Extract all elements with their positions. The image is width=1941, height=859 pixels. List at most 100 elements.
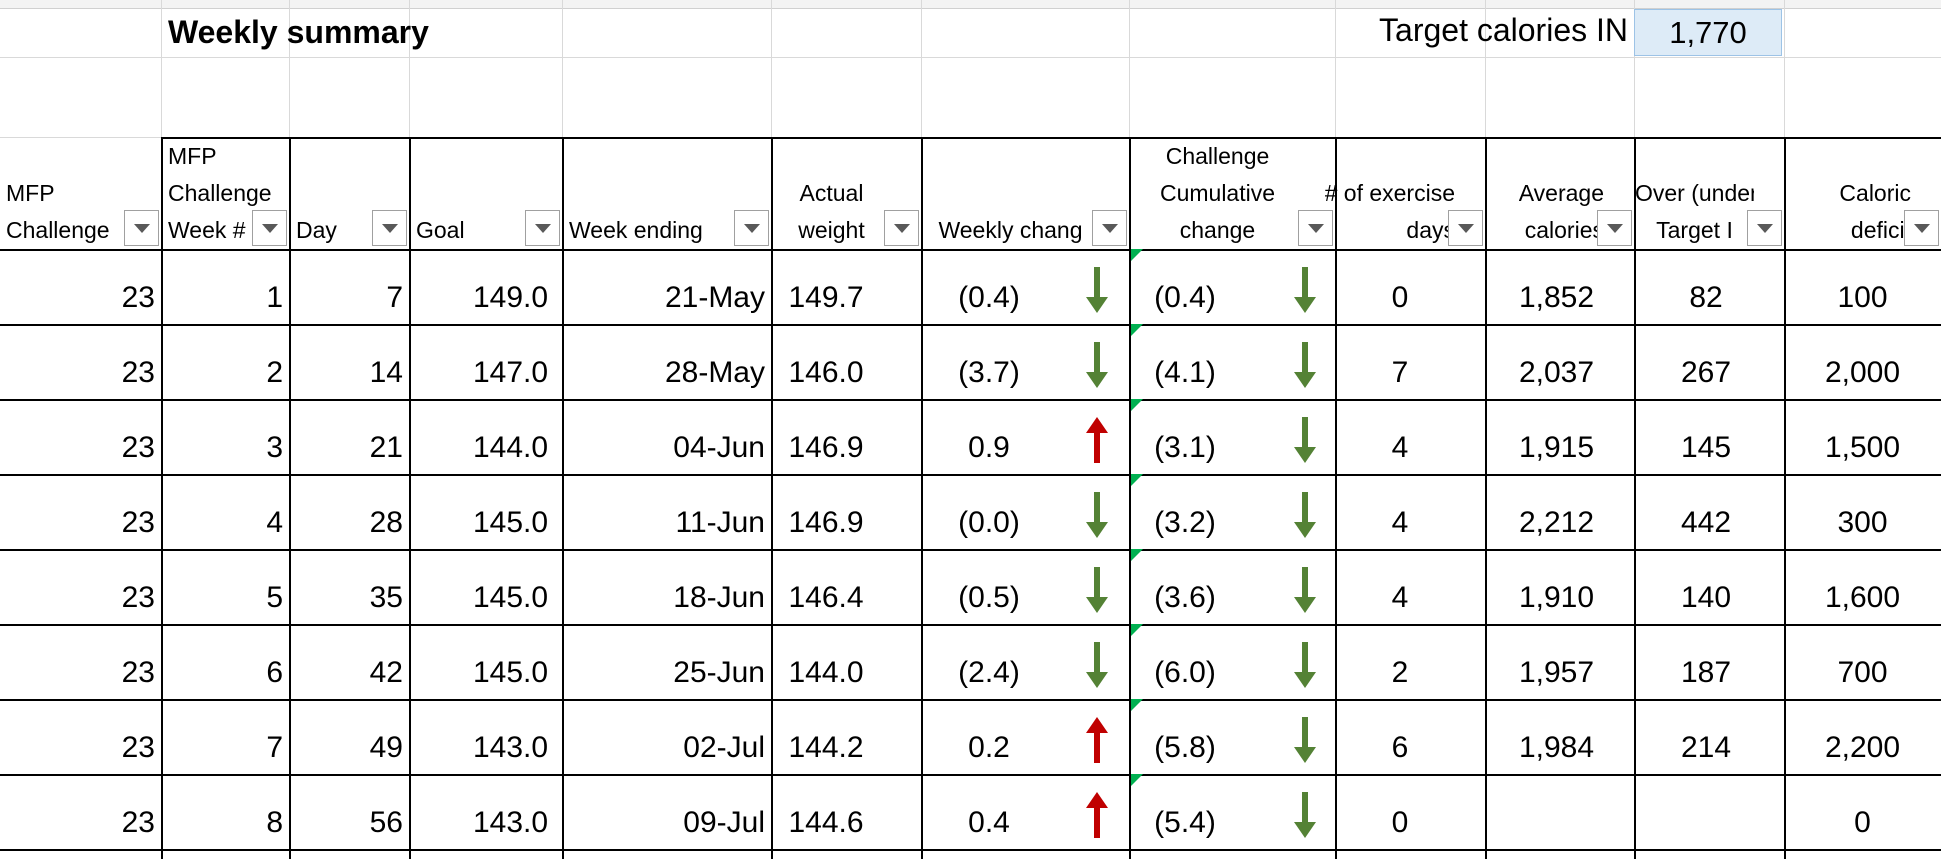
actual-weight-cell[interactable]: 149.7 bbox=[771, 249, 881, 324]
caloric-deficit-cell[interactable]: 2,000 bbox=[1784, 324, 1941, 399]
header-over-under-target[interactable]: Over (under) Target I bbox=[1634, 137, 1784, 249]
challenge-cell[interactable]: 23 bbox=[0, 549, 161, 624]
cumulative-change-cell[interactable]: (6.0) bbox=[1129, 624, 1241, 699]
challenge-cell[interactable]: 23 bbox=[0, 624, 161, 699]
comment-indicator-icon[interactable] bbox=[1131, 774, 1143, 786]
header-goal[interactable]: Goal bbox=[409, 137, 562, 249]
challenge-cell[interactable]: 23 bbox=[0, 249, 161, 324]
target-calories-input[interactable]: 1,770 bbox=[1634, 9, 1782, 56]
comment-indicator-icon[interactable] bbox=[1131, 249, 1143, 261]
exercise-days-cell[interactable]: 4 bbox=[1335, 399, 1465, 474]
exercise-days-cell[interactable]: 0 bbox=[1335, 249, 1465, 324]
header-week-ending[interactable]: Week ending bbox=[562, 137, 771, 249]
over-under-cell[interactable]: 442 bbox=[1634, 474, 1778, 549]
week-cell[interactable]: 7 bbox=[161, 699, 289, 774]
filter-dropdown-button[interactable] bbox=[1904, 210, 1939, 246]
challenge-cell[interactable]: 23 bbox=[0, 474, 161, 549]
over-under-cell[interactable]: 140 bbox=[1634, 549, 1778, 624]
day-cell[interactable]: 35 bbox=[289, 549, 409, 624]
filter-dropdown-button[interactable] bbox=[252, 210, 287, 246]
comment-indicator-icon[interactable] bbox=[1131, 699, 1143, 711]
week-cell[interactable]: 8 bbox=[161, 774, 289, 849]
over-under-cell[interactable]: 145 bbox=[1634, 399, 1778, 474]
actual-weight-cell[interactable]: 146.9 bbox=[771, 474, 881, 549]
average-calories-cell[interactable]: 2,037 bbox=[1485, 324, 1628, 399]
challenge-cell[interactable]: 23 bbox=[0, 699, 161, 774]
exercise-days-cell[interactable]: 0 bbox=[1335, 774, 1465, 849]
exercise-days-cell[interactable]: 4 bbox=[1335, 474, 1465, 549]
day-cell[interactable]: 28 bbox=[289, 474, 409, 549]
goal-cell[interactable]: 145.0 bbox=[459, 474, 562, 549]
goal-cell[interactable]: 144.0 bbox=[459, 399, 562, 474]
week-ending-cell[interactable]: 18-Jun bbox=[562, 549, 771, 624]
week-ending-cell[interactable]: 04-Jun bbox=[562, 399, 771, 474]
average-calories-cell[interactable]: 1,910 bbox=[1485, 549, 1628, 624]
header-caloric-deficit[interactable]: Caloric deficit bbox=[1784, 137, 1941, 249]
challenge-cell[interactable]: 23 bbox=[0, 324, 161, 399]
weekly-change-cell[interactable]: (0.4) bbox=[921, 249, 1057, 324]
cumulative-change-cell[interactable]: (4.1) bbox=[1129, 324, 1241, 399]
caloric-deficit-cell[interactable]: 2,200 bbox=[1784, 699, 1941, 774]
over-under-cell[interactable]: 82 bbox=[1634, 249, 1778, 324]
week-ending-cell[interactable]: 11-Jun bbox=[562, 474, 771, 549]
weekly-change-cell[interactable]: (0.0) bbox=[921, 474, 1057, 549]
cumulative-change-cell[interactable]: (3.2) bbox=[1129, 474, 1241, 549]
caloric-deficit-cell[interactable]: 1,500 bbox=[1784, 399, 1941, 474]
goal-cell[interactable]: 143.0 bbox=[459, 774, 562, 849]
goal-cell[interactable]: 145.0 bbox=[459, 624, 562, 699]
comment-indicator-icon[interactable] bbox=[1131, 624, 1143, 636]
header-challenge-week[interactable]: MFP Challenge Week # bbox=[161, 137, 289, 249]
actual-weight-cell[interactable]: 146.4 bbox=[771, 549, 881, 624]
header-weekly-change[interactable]: Weekly chang bbox=[921, 137, 1129, 249]
average-calories-cell[interactable] bbox=[1485, 774, 1628, 849]
exercise-days-cell[interactable]: 4 bbox=[1335, 549, 1465, 624]
filter-dropdown-button[interactable] bbox=[124, 210, 159, 246]
over-under-cell[interactable]: 187 bbox=[1634, 624, 1778, 699]
actual-weight-cell[interactable]: 146.9 bbox=[771, 399, 881, 474]
filter-dropdown-button[interactable] bbox=[1747, 210, 1782, 246]
day-cell[interactable]: 21 bbox=[289, 399, 409, 474]
actual-weight-cell[interactable]: 144.6 bbox=[771, 774, 881, 849]
week-cell[interactable]: 5 bbox=[161, 549, 289, 624]
average-calories-cell[interactable]: 1,984 bbox=[1485, 699, 1628, 774]
challenge-cell[interactable]: 23 bbox=[0, 399, 161, 474]
weekly-change-cell[interactable]: 0.2 bbox=[921, 699, 1057, 774]
comment-indicator-icon[interactable] bbox=[1131, 324, 1143, 336]
weekly-change-cell[interactable]: (3.7) bbox=[921, 324, 1057, 399]
weekly-change-cell[interactable]: (0.5) bbox=[921, 549, 1057, 624]
week-cell[interactable]: 2 bbox=[161, 324, 289, 399]
week-ending-cell[interactable]: 25-Jun bbox=[562, 624, 771, 699]
average-calories-cell[interactable]: 2,212 bbox=[1485, 474, 1628, 549]
average-calories-cell[interactable]: 1,852 bbox=[1485, 249, 1628, 324]
goal-cell[interactable]: 145.0 bbox=[459, 549, 562, 624]
week-ending-cell[interactable]: 21-May bbox=[562, 249, 771, 324]
filter-dropdown-button[interactable] bbox=[734, 210, 769, 246]
weekly-change-cell[interactable]: 0.4 bbox=[921, 774, 1057, 849]
comment-indicator-icon[interactable] bbox=[1131, 474, 1143, 486]
week-cell[interactable]: 1 bbox=[161, 249, 289, 324]
week-ending-cell[interactable]: 28-May bbox=[562, 324, 771, 399]
average-calories-cell[interactable]: 1,915 bbox=[1485, 399, 1628, 474]
weekly-change-cell[interactable]: (2.4) bbox=[921, 624, 1057, 699]
week-ending-cell[interactable]: 02-Jul bbox=[562, 699, 771, 774]
day-cell[interactable]: 14 bbox=[289, 324, 409, 399]
header-cumulative-change[interactable]: Challenge Cumulative change bbox=[1129, 137, 1335, 249]
goal-cell[interactable]: 147.0 bbox=[459, 324, 562, 399]
day-cell[interactable]: 7 bbox=[289, 249, 409, 324]
caloric-deficit-cell[interactable]: 700 bbox=[1784, 624, 1941, 699]
exercise-days-cell[interactable]: 7 bbox=[1335, 324, 1465, 399]
filter-dropdown-button[interactable] bbox=[372, 210, 407, 246]
cumulative-change-cell[interactable]: (3.1) bbox=[1129, 399, 1241, 474]
filter-dropdown-button[interactable] bbox=[884, 210, 919, 246]
week-cell[interactable]: 6 bbox=[161, 624, 289, 699]
week-cell[interactable]: 4 bbox=[161, 474, 289, 549]
caloric-deficit-cell[interactable]: 100 bbox=[1784, 249, 1941, 324]
cumulative-change-cell[interactable]: (3.6) bbox=[1129, 549, 1241, 624]
week-ending-cell[interactable]: 09-Jul bbox=[562, 774, 771, 849]
caloric-deficit-cell[interactable]: 0 bbox=[1784, 774, 1941, 849]
header-average-calories[interactable]: Average calories bbox=[1485, 137, 1634, 249]
filter-dropdown-button[interactable] bbox=[1448, 210, 1483, 246]
over-under-cell[interactable]: 214 bbox=[1634, 699, 1778, 774]
cumulative-change-cell[interactable]: (5.8) bbox=[1129, 699, 1241, 774]
filter-dropdown-button[interactable] bbox=[1092, 210, 1127, 246]
